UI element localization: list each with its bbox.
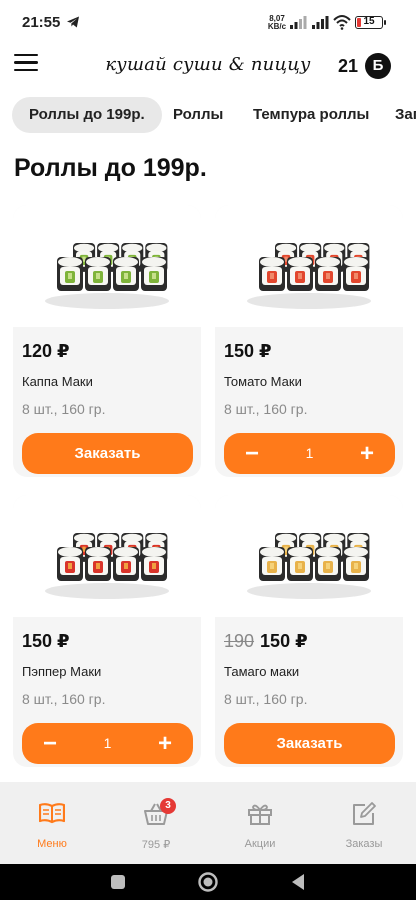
quantity-stepper: − 1 + xyxy=(22,723,193,764)
tab-next[interactable]: Зап xyxy=(378,97,416,133)
gift-icon xyxy=(248,804,272,825)
edit-icon xyxy=(353,802,376,825)
roll-piece xyxy=(113,547,139,581)
section-title: Роллы до 199р. xyxy=(14,154,207,182)
roll-piece xyxy=(113,257,139,291)
wifi-icon xyxy=(333,15,351,30)
product-card[interactable]: 150 ₽ Пэппер Маки 8 шт., 160 гр. − 1 + xyxy=(13,495,201,767)
old-price: 190 xyxy=(224,631,255,651)
tab-tempura-rolls[interactable]: Темпура роллы xyxy=(236,97,386,133)
roll-piece xyxy=(85,257,111,291)
network-speed: 8,07 KB/c xyxy=(267,14,287,31)
system-nav-bar xyxy=(0,864,416,900)
recent-apps-icon[interactable] xyxy=(110,864,126,900)
app-header: кушай суши & пиццу 21 Б xyxy=(0,38,416,94)
roll-piece xyxy=(315,547,341,581)
roll-piece xyxy=(85,547,111,581)
nav-promotions[interactable]: Акции xyxy=(208,782,312,864)
status-bar: 21:55 8,07 KB/c 15 xyxy=(0,0,416,38)
roll-piece xyxy=(141,257,167,291)
signal-icon xyxy=(312,16,329,29)
home-icon[interactable] xyxy=(197,864,219,900)
status-time: 21:55 xyxy=(22,14,61,31)
plus-button[interactable]: + xyxy=(145,723,185,764)
bottom-nav: Меню 3 795 ₽ Акции Заказы xyxy=(0,782,416,864)
telegram-icon xyxy=(67,16,79,28)
nav-menu[interactable]: Меню xyxy=(0,782,104,864)
product-meta: 8 шт., 160 гр. xyxy=(224,691,308,707)
minus-button[interactable]: − xyxy=(30,723,70,764)
product-image xyxy=(13,495,201,617)
plate-shadow xyxy=(247,293,371,309)
product-meta: 8 шт., 160 гр. xyxy=(224,401,308,417)
product-image xyxy=(13,205,201,327)
product-price: 120 ₽ xyxy=(22,341,70,361)
nav-orders[interactable]: Заказы xyxy=(312,782,416,864)
cart-badge: 3 xyxy=(160,798,176,814)
product-card[interactable]: 190 150 ₽ Тамаго маки 8 шт., 160 гр. Зака… xyxy=(215,495,403,767)
product-price: 150 ₽ xyxy=(224,341,272,361)
product-name: Томато Маки xyxy=(224,374,302,389)
roll-piece xyxy=(141,547,167,581)
roll-piece xyxy=(259,257,285,291)
roll-piece xyxy=(343,547,369,581)
tab-rolls-under-199[interactable]: Роллы до 199р. xyxy=(12,97,162,133)
minus-button[interactable]: − xyxy=(232,433,272,474)
product-name: Каппа Маки xyxy=(22,374,93,389)
product-card[interactable]: 120 ₽ Каппа Маки 8 шт., 160 гр. Заказать xyxy=(13,205,201,477)
roll-piece xyxy=(57,547,83,581)
product-name: Тамаго маки xyxy=(224,664,300,679)
product-card[interactable]: 150 ₽ Томато Маки 8 шт., 160 гр. − 1 + xyxy=(215,205,403,477)
back-icon[interactable] xyxy=(290,864,306,900)
roll-piece xyxy=(343,257,369,291)
battery-icon: 15 xyxy=(355,16,386,29)
roll-piece xyxy=(315,257,341,291)
plus-button[interactable]: + xyxy=(347,433,387,474)
quantity-stepper: − 1 + xyxy=(224,433,395,474)
product-image xyxy=(215,495,403,617)
product-image xyxy=(215,205,403,327)
quantity-value: 1 xyxy=(103,735,112,751)
product-meta: 8 шт., 160 гр. xyxy=(22,691,106,707)
product-price: 150 ₽ xyxy=(22,631,70,651)
plate-shadow xyxy=(45,583,169,599)
book-icon xyxy=(39,803,65,824)
bonus-count[interactable]: 21 xyxy=(338,56,358,77)
roll-piece xyxy=(287,547,313,581)
order-button[interactable]: Заказать xyxy=(224,723,395,764)
plate-shadow xyxy=(247,583,371,599)
signal-icon xyxy=(290,16,307,29)
category-tabs: Роллы до 199р. Роллы Темпура роллы Зап xyxy=(0,97,416,135)
nav-cart[interactable]: 3 795 ₽ xyxy=(104,782,208,864)
product-name: Пэппер Маки xyxy=(22,664,102,679)
quantity-value: 1 xyxy=(305,445,314,461)
plate-shadow xyxy=(45,293,169,309)
product-price: 190 150 ₽ xyxy=(224,631,308,651)
order-button[interactable]: Заказать xyxy=(22,433,193,474)
roll-piece xyxy=(287,257,313,291)
bonus-badge[interactable]: Б xyxy=(365,53,391,79)
roll-piece xyxy=(57,257,83,291)
product-meta: 8 шт., 160 гр. xyxy=(22,401,106,417)
tab-rolls[interactable]: Роллы xyxy=(156,97,240,133)
roll-piece xyxy=(259,547,285,581)
